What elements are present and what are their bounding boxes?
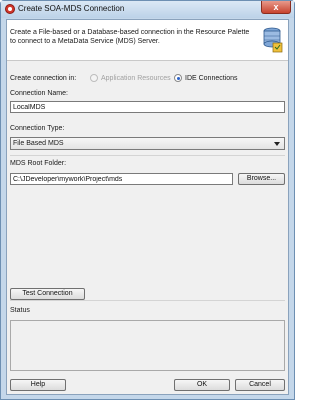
- section-divider: [10, 155, 285, 156]
- status-output: [10, 320, 285, 371]
- browse-button[interactable]: Browse...: [238, 173, 285, 185]
- dialog-window: Create SOA-MDS Connection x Create a Fil…: [0, 0, 295, 400]
- dropdown-arrow-icon: [274, 142, 280, 146]
- connection-type-label: Connection Type:: [10, 125, 65, 132]
- dialog-content: Create a File-based or a Database-based …: [6, 19, 289, 395]
- help-button[interactable]: Help: [10, 379, 66, 391]
- database-connection-icon: [263, 27, 283, 53]
- cancel-button[interactable]: Cancel: [235, 379, 285, 391]
- radio-application-resources: [90, 74, 98, 82]
- title-bar[interactable]: Create SOA-MDS Connection x: [1, 1, 294, 18]
- header-band: Create a File-based or a Database-based …: [7, 20, 288, 61]
- status-label: Status: [10, 307, 30, 314]
- mds-root-folder-input[interactable]: [10, 173, 233, 185]
- ide-connections-label[interactable]: IDE Connections: [185, 75, 238, 82]
- connection-type-select[interactable]: File Based MDS: [10, 137, 285, 150]
- test-section-divider: [10, 300, 285, 301]
- radio-ide-connections[interactable]: [174, 74, 182, 82]
- create-in-label: Create connection in:: [10, 75, 77, 82]
- soa-app-icon: [5, 4, 15, 14]
- application-resources-label: Application Resources: [101, 75, 171, 82]
- mds-root-folder-label: MDS Root Folder:: [10, 160, 67, 167]
- connection-name-input[interactable]: [10, 101, 285, 113]
- test-connection-button[interactable]: Test Connection: [10, 288, 85, 300]
- header-description: Create a File-based or a Database-based …: [10, 29, 250, 45]
- window-title: Create SOA-MDS Connection: [18, 4, 125, 13]
- connection-name-label: Connection Name:: [10, 90, 68, 97]
- ok-button[interactable]: OK: [174, 379, 230, 391]
- close-icon: x: [273, 2, 279, 12]
- connection-type-value: File Based MDS: [13, 140, 64, 147]
- close-button[interactable]: x: [261, 1, 291, 14]
